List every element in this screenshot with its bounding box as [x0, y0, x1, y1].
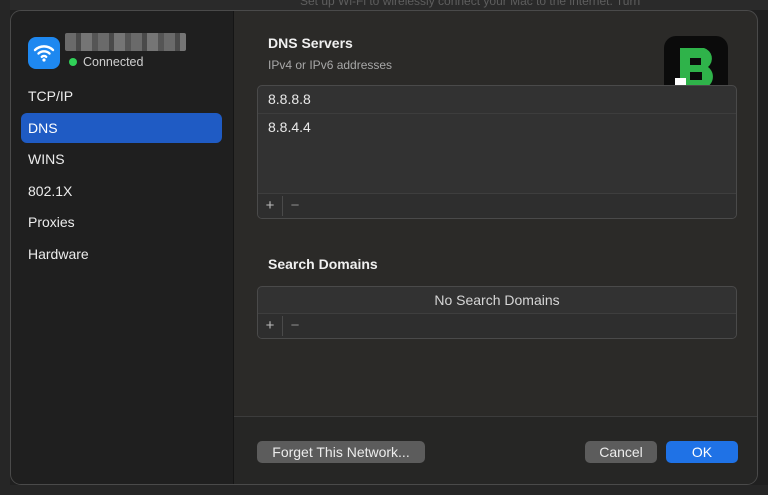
remove-dns-server-button[interactable]: − — [282, 196, 307, 216]
sidebar-item-hardware[interactable]: Hardware — [21, 239, 222, 269]
remove-search-domain-button[interactable]: − — [282, 316, 307, 336]
background-window: Set up Wi-Fi to wirelessly connect your … — [0, 0, 768, 10]
search-domains-empty-text: No Search Domains — [434, 292, 560, 308]
dns-servers-title: DNS Servers — [268, 35, 353, 51]
main-panel: DNS Servers IPv4 or IPv6 addresses 8.8.8… — [234, 11, 757, 484]
dns-servers-subtitle: IPv4 or IPv6 addresses — [268, 58, 393, 72]
sidebar-item-tcpip[interactable]: TCP/IP — [21, 81, 222, 111]
status-dot-icon — [69, 58, 77, 66]
dns-list-toolbar: + − — [258, 193, 736, 218]
sidebar: Connected TCP/IP DNS WINS 802.1X Proxies… — [11, 11, 234, 484]
dns-server-row[interactable]: 8.8.4.4 — [258, 114, 736, 141]
sidebar-item-wins[interactable]: WINS — [21, 144, 222, 174]
sidebar-item-8021x[interactable]: 802.1X — [21, 176, 222, 206]
cancel-button[interactable]: Cancel — [585, 441, 657, 463]
network-details-sheet: Connected TCP/IP DNS WINS 802.1X Proxies… — [10, 10, 758, 485]
add-search-domain-button[interactable]: + — [258, 316, 282, 336]
sidebar-item-dns[interactable]: DNS — [21, 112, 222, 143]
dns-server-row[interactable]: 8.8.8.8 — [258, 86, 736, 114]
network-name-redacted — [65, 33, 186, 51]
forget-network-button[interactable]: Forget This Network... — [257, 441, 425, 463]
background-left-edge — [0, 0, 10, 495]
sidebar-item-proxies[interactable]: Proxies — [21, 207, 222, 237]
search-domains-title: Search Domains — [268, 256, 378, 272]
add-dns-server-button[interactable]: + — [258, 196, 282, 216]
dns-servers-list: 8.8.8.8 8.8.4.4 + − — [257, 85, 737, 219]
ok-button[interactable]: OK — [666, 441, 738, 463]
connection-status: Connected — [69, 55, 143, 69]
sidebar-nav: TCP/IP DNS WINS 802.1X Proxies Hardware — [21, 81, 222, 270]
search-domains-toolbar: + − — [258, 313, 736, 338]
background-bottom-edge — [0, 485, 768, 495]
wifi-icon — [28, 37, 60, 69]
search-domains-list: No Search Domains + − — [257, 286, 737, 339]
background-hint-text: Set up Wi-Fi to wirelessly connect your … — [300, 0, 641, 8]
status-label: Connected — [83, 55, 144, 69]
